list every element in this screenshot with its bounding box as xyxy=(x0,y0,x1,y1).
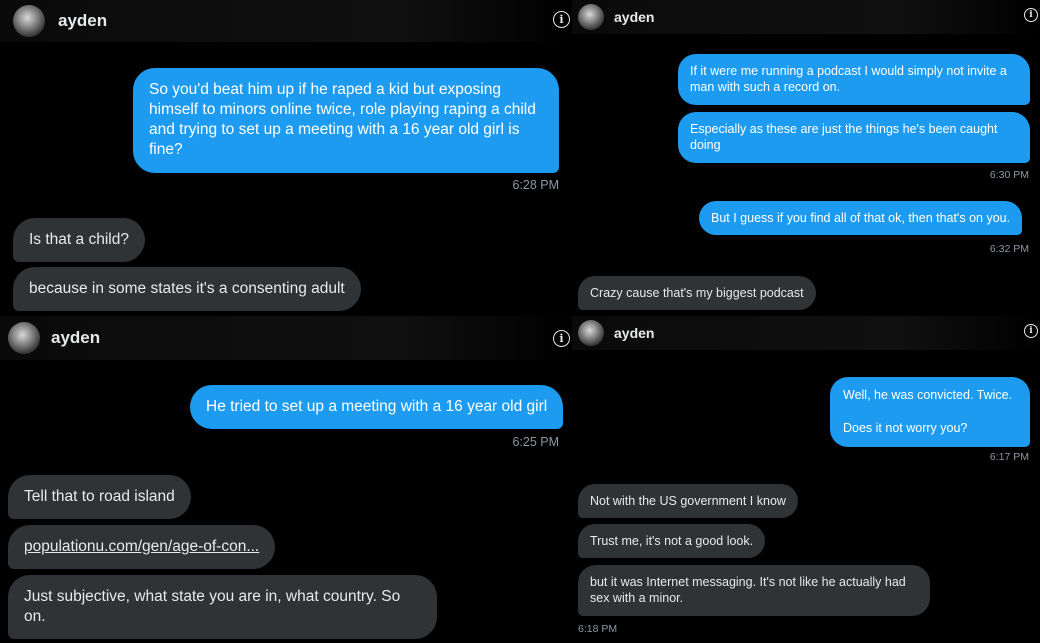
message-timestamp: 6:30 PM xyxy=(989,169,1029,181)
dm-panel-1: ayden i So you'd beat him up if he raped… xyxy=(0,0,572,316)
incoming-message[interactable]: Is that a child? xyxy=(13,218,145,263)
incoming-message[interactable]: because in some states it's a consenting… xyxy=(13,267,361,312)
message-timestamp: 6:18 PM xyxy=(578,623,618,635)
info-icon[interactable]: i xyxy=(553,330,570,347)
outgoing-message[interactable]: He tried to set up a meeting with a 16 y… xyxy=(190,385,564,430)
conversation-header[interactable]: ayden xyxy=(0,316,572,360)
username[interactable]: ayden xyxy=(614,325,654,341)
message-timestamp: 6:32 PM xyxy=(989,243,1029,255)
message-line: Well, he was convicted. Twice. xyxy=(843,388,1013,402)
avatar[interactable] xyxy=(13,5,45,37)
info-icon[interactable]: i xyxy=(1024,324,1038,338)
message-timestamp: 6:17 PM xyxy=(989,451,1029,463)
dm-panel-3: ayden i He tried to set up a meeting wit… xyxy=(0,316,572,643)
incoming-message[interactable]: but it was Internet messaging. It's not … xyxy=(578,565,930,616)
dm-panel-4: ayden i Well, he was convicted. Twice. D… xyxy=(572,316,1040,643)
message-line: Does it not worry you? xyxy=(843,421,968,436)
conversation-header[interactable]: ayden xyxy=(572,316,1040,350)
avatar[interactable] xyxy=(578,320,604,346)
dm-panel-2: ayden i If it were me running a podcast … xyxy=(572,0,1040,316)
avatar[interactable] xyxy=(578,4,604,30)
incoming-message[interactable]: Tell that to road island xyxy=(8,475,191,520)
message-timestamp: 6:28 PM xyxy=(512,178,559,192)
incoming-message[interactable]: Not with the US government I know xyxy=(578,484,798,519)
incoming-message[interactable]: Just subjective, what state you are in, … xyxy=(8,575,437,640)
outgoing-message[interactable]: But I guess if you find all of that ok, … xyxy=(699,201,1023,236)
username[interactable]: ayden xyxy=(51,328,100,348)
outgoing-message[interactable]: If it were me running a podcast I would … xyxy=(678,54,1030,105)
message-timestamp: 6:25 PM xyxy=(512,435,559,449)
conversation-header[interactable]: ayden xyxy=(572,0,1040,34)
username[interactable]: ayden xyxy=(614,9,654,25)
incoming-link-message[interactable]: populationu.com/gen/age-of-con... xyxy=(8,525,276,570)
outgoing-message[interactable]: Well, he was convicted. Twice. Does it n… xyxy=(830,377,1030,447)
avatar[interactable] xyxy=(8,322,40,354)
incoming-message[interactable]: Crazy cause that's my biggest podcast xyxy=(578,276,816,311)
conversation-header[interactable]: ayden xyxy=(0,0,572,42)
info-icon[interactable]: i xyxy=(553,11,570,28)
outgoing-message[interactable]: Especially as these are just the things … xyxy=(678,112,1030,163)
info-icon[interactable]: i xyxy=(1024,8,1038,22)
username[interactable]: ayden xyxy=(58,11,107,31)
outgoing-message[interactable]: So you'd beat him up if he raped a kid b… xyxy=(133,68,559,173)
incoming-message[interactable]: Trust me, it's not a good look. xyxy=(578,524,766,559)
